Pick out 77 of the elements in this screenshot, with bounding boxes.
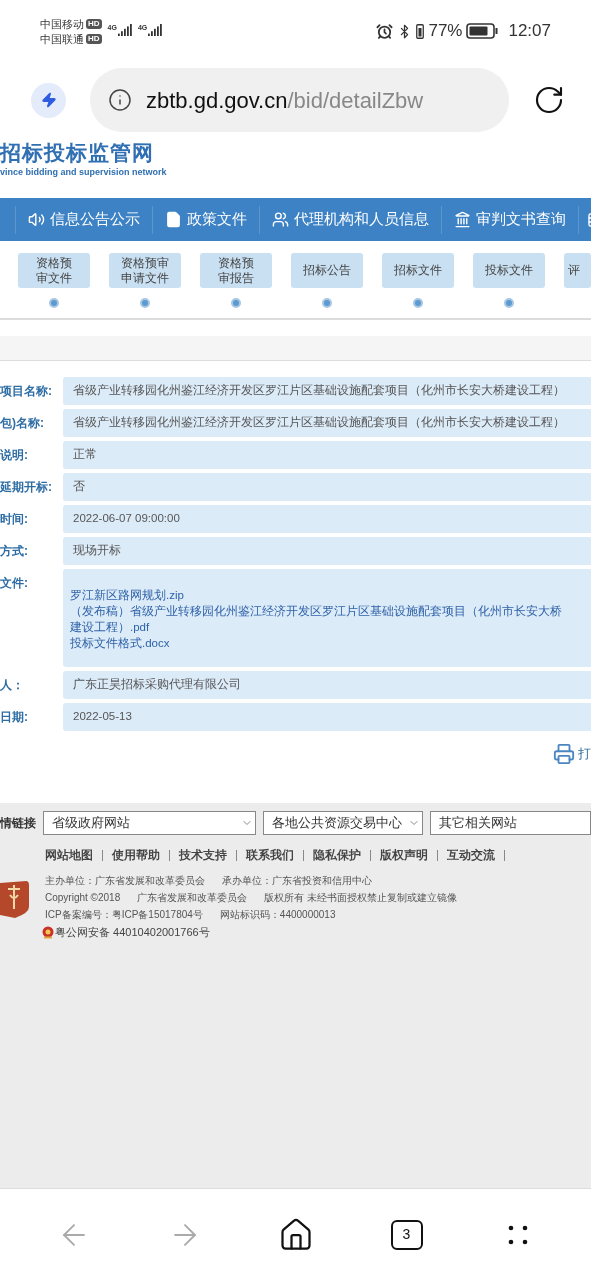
field-label: 文件: <box>0 575 29 592</box>
print-label[interactable]: 打 <box>578 744 591 764</box>
field-value: 2022-06-07 09:00:00 <box>63 505 591 533</box>
field-label: 时间: <box>0 511 29 528</box>
site-subtitle: vince bidding and supervision network <box>0 166 168 178</box>
field-label: 说明: <box>0 447 29 464</box>
file-link[interactable]: 投标文件格式.docx <box>70 635 170 651</box>
field-value: 省级产业转移园化州鉴江经济开发区罗江片区基础设施配套项目（化州市长安大桥建设工程） <box>63 409 591 437</box>
battery-percent: 77% <box>428 20 463 43</box>
field-value: 正常 <box>63 441 591 469</box>
site-select[interactable]: 其它相关网站 <box>430 811 591 835</box>
reload-icon[interactable] <box>533 84 565 116</box>
footer-info: 版权所有 未经书面授权禁止复制或建立镜像 <box>264 891 457 906</box>
alarm-icon <box>376 22 394 40</box>
battery-small-icon <box>416 23 425 39</box>
field-value: 广东正昊招标采购代理有限公司 <box>63 671 591 699</box>
lightning-icon[interactable] <box>31 82 66 118</box>
footer-info: 承办单位：广东省投资和信用中心 <box>222 874 372 889</box>
footer-link[interactable]: 技术支持 <box>179 847 227 865</box>
hd-badge: HD <box>86 33 102 44</box>
step-tab[interactable]: 招标文件 <box>382 253 454 288</box>
nav-item[interactable]: 信息公告公示 <box>28 208 140 231</box>
document-icon <box>165 211 182 228</box>
field-value: 2022-05-13 <box>63 703 591 731</box>
field-label: 包)名称: <box>0 415 45 432</box>
site-info-icon[interactable] <box>108 88 132 112</box>
battery-icon <box>466 23 499 39</box>
speaker-icon <box>28 211 45 228</box>
footer-link[interactable]: 版权声明 <box>380 847 428 865</box>
carrier-name: 中国联通 <box>40 31 84 46</box>
step-tab[interactable]: 招标公告 <box>291 253 363 288</box>
site-select[interactable]: 省级政府网站 <box>43 811 256 835</box>
field-label: 日期: <box>0 709 29 726</box>
step-tab[interactable]: 资格预 审报告 <box>200 253 272 288</box>
footer-link[interactable]: 联系我们 <box>246 847 294 865</box>
footer-link[interactable]: 使用帮助 <box>112 847 160 865</box>
step-tab[interactable]: 资格预审 申请文件 <box>109 253 181 288</box>
nav-item[interactable]: 代理机构和人员信息 <box>272 208 429 231</box>
signal-icon <box>148 24 163 38</box>
site-title: 招标投标监管网 <box>0 140 155 166</box>
footer-link[interactable]: 网站地图 <box>45 847 93 865</box>
field-value: 现场开标 <box>63 537 591 565</box>
footer-info: ICP备案编号：粤ICP备15017804号 <box>45 908 203 923</box>
footer-info: Copyright ©2018 <box>45 891 121 906</box>
file-link[interactable]: （发布稿）省级产业转移园化州鉴江经济开发区罗江片区基础设施配套项目（化州市长安大桥建设工程）.pdf <box>70 603 571 635</box>
building-icon <box>454 211 471 228</box>
site-select[interactable]: 各地公共资源交易中心 <box>263 811 423 835</box>
footer-info: 网站标识码：4400000013 <box>219 908 336 923</box>
links-label: 情链接 <box>0 815 36 832</box>
footer-info: 广东省发展和改革委员会 <box>137 891 248 906</box>
nav-item[interactable]: 政策文件 <box>165 208 247 231</box>
footer-info: 主办单位：广东省发展和改革委员会 <box>45 874 205 889</box>
field-value: 否 <box>63 473 591 501</box>
field-label: 延期开标: <box>0 479 53 496</box>
field-value: 省级产业转移园化州鉴江经济开发区罗江片区基础设施配套项目（化州市长安大桥建设工程） <box>63 377 591 405</box>
url-text: zbtb.gd.gov.cn/bid/detailZbw <box>146 86 424 115</box>
step-tab[interactable]: 投标文件 <box>473 253 545 288</box>
emblem-icon <box>0 879 30 920</box>
field-label: 项目名称: <box>0 383 53 400</box>
field-label: 方式: <box>0 543 29 560</box>
police-record: 粤公网安备 44010402001766号 <box>55 925 210 940</box>
hd-badge: HD <box>86 18 102 29</box>
step-tab[interactable]: 评 <box>564 253 591 288</box>
clock-time: 12:07 <box>508 20 551 43</box>
footer-link[interactable]: 隐私保护 <box>313 847 361 865</box>
people-icon <box>272 211 289 228</box>
print-icon[interactable] <box>553 743 575 765</box>
signal-icon <box>117 24 132 38</box>
carrier-name: 中国移动 <box>40 16 84 31</box>
tabs-button[interactable]: 3 <box>381 1209 432 1260</box>
step-tab[interactable]: 资格预 审文件 <box>18 253 90 288</box>
file-link[interactable]: 罗江新区路网规划.zip <box>70 587 184 603</box>
nav-item[interactable]: 审判文书查询 <box>454 208 566 231</box>
footer-link[interactable]: 互动交流 <box>447 847 495 865</box>
field-label: 人： <box>0 677 25 694</box>
url-field[interactable]: zbtb.gd.gov.cn/bid/detailZbw <box>90 68 509 132</box>
police-badge-icon <box>42 925 54 939</box>
